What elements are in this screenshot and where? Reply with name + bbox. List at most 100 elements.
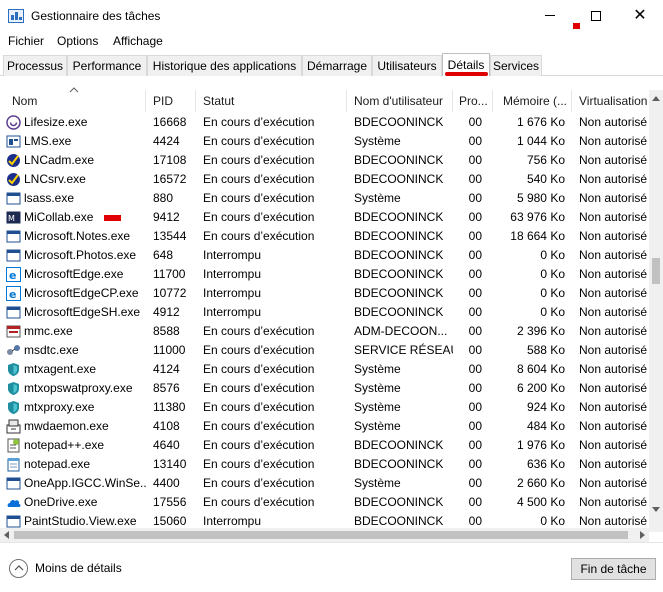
cell-pid: 8576 [153,381,180,395]
cell-name: mwdaemon.exe [24,419,109,433]
cell-status: En cours d’exécution [203,419,315,433]
table-row[interactable]: OneDrive.exe 17556 En cours d’exécution BDE… [0,493,663,512]
close-button[interactable]: ✕ [617,0,663,31]
cell-status: Interrompu [203,286,262,300]
tab-services[interactable]: Services [490,55,542,76]
table-row[interactable]: Microsoft.Photos.exe 648 Interrompu BDECOON… [0,246,663,265]
cell-mem: 756 Ko [526,153,565,167]
cell-status: En cours d’exécution [203,362,315,376]
table-row[interactable]: LMS.exe 4424 En cours d’exécution Système 00… [0,132,663,151]
end-task-highlight-mark [573,23,580,29]
table-row[interactable]: notepad.exe 13140 En cours d’exécution BDEC… [0,455,663,474]
window-icon [6,192,21,205]
svg-text:e: e [9,269,16,282]
lnc-icon [7,173,20,186]
cell-pid: 11380 [153,400,186,414]
cell-mem: 2 660 Ko [516,476,565,490]
table-row[interactable]: msdtc.exe 11000 En cours d’exécution SERVIC… [0,341,663,360]
cell-user: Système [354,134,401,148]
cell-user: Système [354,419,401,433]
cell-mem: 0 Ko [540,248,565,262]
chevron-up-icon [14,565,24,571]
cell-name: MicrosoftEdgeSH.exe [24,305,141,319]
window-title: Gestionnaire des tâches [31,9,161,23]
cell-user: BDECOONINCK [354,495,444,509]
table-row[interactable]: lsass.exe 880 En cours d’exécution Système 0… [0,189,663,208]
tab-performance[interactable]: Performance [67,55,147,76]
tab-demarrage[interactable]: Démarrage [302,55,372,76]
cell-cpu: 00 [468,248,482,262]
table-row[interactable]: e MicrosoftEdgeCP.exe 10772 Interrompu BDECO… [0,284,663,303]
cell-pid: 4424 [153,134,180,148]
column-header-processeur[interactable]: Pro... [453,90,493,112]
table-row[interactable]: mmc.exe 8588 En cours d’exécution ADM-DECOO… [0,322,663,341]
cell-cpu: 00 [468,343,482,357]
table-row[interactable]: Lifesize.exe 16668 En cours d’exécution BDE… [0,113,663,132]
scroll-down-icon[interactable] [652,507,660,512]
menu-options[interactable]: Options [57,34,98,48]
column-header-memoire[interactable]: Mémoire (... [493,90,572,112]
menu-fichier[interactable]: Fichier [8,34,44,48]
tab-processus[interactable]: Processus [3,55,67,76]
cell-pid: 4108 [153,419,180,433]
cell-cpu: 00 [468,400,482,414]
tab-historique[interactable]: Historique des applications [147,55,302,76]
cell-name: mtxagent.exe [24,362,97,376]
cell-cpu: 00 [468,362,482,376]
table-row[interactable]: mtxopswatproxy.exe 8576 En cours d’exécuti… [0,379,663,398]
cell-mem: 540 Ko [526,172,565,186]
table-row[interactable]: OneApp.IGCC.WinSe... 4400 En cours d’exécu… [0,474,663,493]
menu-affichage[interactable]: Affichage [113,34,163,48]
horizontal-scroll-thumb[interactable] [14,531,628,539]
column-header-pid[interactable]: PID [146,90,196,112]
fewer-details-button[interactable] [9,559,28,578]
cell-name: mtxproxy.exe [24,400,95,414]
window-icon [6,477,21,490]
vertical-scroll-thumb[interactable] [652,258,660,284]
table-row[interactable]: LNCsrv.exe 16572 En cours d’exécution BDECO… [0,170,663,189]
cell-name: MiCollab.exe [24,210,94,224]
cell-mem: 636 Ko [526,457,565,471]
horizontal-scrollbar[interactable] [0,528,649,542]
column-header-utilisateur[interactable]: Nom d'utilisateur [347,90,453,112]
fewer-details-label[interactable]: Moins de détails [35,561,122,575]
end-task-button[interactable]: Fin de tâche [571,558,656,580]
table-row[interactable]: LNCadm.exe 17108 En cours d’exécution BDECO… [0,151,663,170]
title-bar: Gestionnaire des tâches ✕ [0,0,663,31]
vertical-scrollbar[interactable] [649,90,663,532]
notepadpp-icon [7,438,20,453]
cell-mem: 0 Ko [540,267,565,281]
scroll-left-icon[interactable] [4,531,9,539]
edge-icon: e [6,286,21,301]
cell-name: MicrosoftEdgeCP.exe [24,286,139,300]
column-header-nom[interactable]: Nom [0,90,146,112]
mmc-icon [6,325,21,338]
table-row[interactable]: notepad++.exe 4640 En cours d’exécution BDE… [0,436,663,455]
table-row[interactable]: e MicrosoftEdge.exe 11700 Interrompu BDECOON… [0,265,663,284]
table-row[interactable]: Microsoft.Notes.exe 13544 En cours d’exécu… [0,227,663,246]
scroll-up-icon[interactable] [652,96,660,101]
table-row[interactable]: MicrosoftEdgeSH.exe 4912 Interrompu BDECOON… [0,303,663,322]
cell-cpu: 00 [468,381,482,395]
cell-cpu: 00 [468,419,482,433]
column-header-statut[interactable]: Statut [196,90,347,112]
cell-user: BDECOONINCK [354,248,444,262]
minimize-icon [545,15,555,16]
svg-text:e: e [9,288,16,301]
menu-bar: Fichier Options Affichage [0,31,663,52]
table-row[interactable]: mwdaemon.exe 4108 En cours d’exécution Syst… [0,417,663,436]
cell-user: Système [354,191,401,205]
cell-pid: 16572 [153,172,187,186]
tab-utilisateurs[interactable]: Utilisateurs [372,55,442,76]
cell-status: En cours d’exécution [203,229,315,243]
cell-user: BDECOONINCK [354,457,444,471]
scroll-right-icon[interactable] [640,531,645,539]
cell-name: LMS.exe [24,134,72,148]
cell-mem: 484 Ko [526,419,565,433]
table-row[interactable]: mtxagent.exe 4124 En cours d’exécution Syst… [0,360,663,379]
table-row[interactable]: M MiCollab.exe 9412 En cours d’exécution BDE… [0,208,663,227]
cell-status: En cours d’exécution [203,115,315,129]
cell-cpu: 00 [468,305,482,319]
table-row[interactable]: mtxproxy.exe 11380 En cours d’exécution Sys… [0,398,663,417]
minimize-button[interactable] [527,0,573,31]
